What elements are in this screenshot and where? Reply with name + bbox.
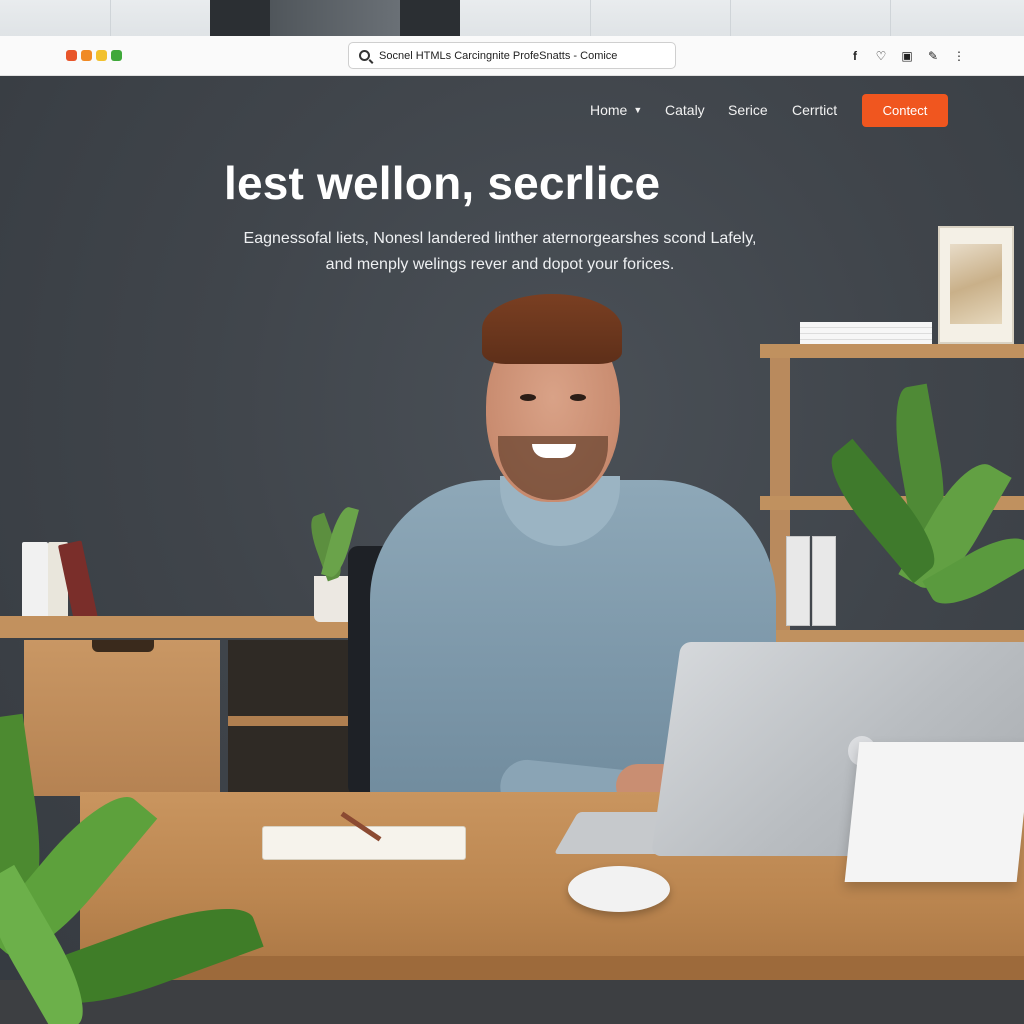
site-nav: Home ▼ Cataly Serice Cerrtict Contect (0, 94, 1024, 128)
address-text[interactable]: Socnel HTMLs Carcingnite ProfeSnatts - C… (379, 50, 617, 62)
ceiling-panel (730, 0, 731, 36)
sideboard-top (0, 616, 350, 638)
window-controls (66, 50, 122, 61)
computer-mouse (568, 866, 670, 912)
browser-actions: f ♡ ▣ ✎ ⋮ (848, 48, 966, 64)
nav-serice[interactable]: Serice (728, 102, 768, 118)
shelf-board (760, 344, 1024, 358)
zoom-window-dot[interactable] (96, 50, 107, 61)
foreground-plant (0, 713, 300, 1024)
person-eye (570, 394, 586, 401)
minimize-window-dot[interactable] (81, 50, 92, 61)
hero-section: Home ▼ Cataly Serice Cerrtict Contect les… (0, 76, 1024, 1024)
paper-stack (800, 322, 932, 344)
binder (812, 536, 836, 626)
sideboard-handle (92, 640, 154, 652)
ceiling-beam (210, 0, 460, 36)
binder (786, 536, 810, 626)
book (22, 542, 48, 622)
person-hair (482, 294, 622, 364)
nav-home[interactable]: Home ▼ (590, 102, 642, 118)
contact-button[interactable]: Contect (862, 94, 948, 127)
close-window-dot[interactable] (66, 50, 77, 61)
ceiling-panel (590, 0, 591, 36)
nav-home-label: Home (590, 102, 628, 118)
person-eye (520, 394, 536, 401)
address-bar[interactable]: Socnel HTMLs Carcingnite ProfeSnatts - C… (348, 42, 676, 69)
hero-subtitle-line: Eagnessofal liets, Nonesl landered linth… (243, 230, 757, 247)
hero-title: lest wellon, secrlice (224, 157, 661, 209)
desk-card (844, 742, 1024, 882)
framed-art (950, 244, 1002, 324)
more-icon[interactable]: ⋮ (952, 48, 966, 64)
pen-icon[interactable]: ✎ (926, 48, 940, 64)
clipboard-icon[interactable]: ▣ (900, 48, 914, 64)
chevron-down-icon: ▼ (633, 105, 643, 115)
nav-cataly[interactable]: Cataly (665, 102, 705, 118)
heart-icon[interactable]: ♡ (874, 48, 888, 64)
hero-subtitle: Eagnessofal liets, Nonesl landered linth… (200, 226, 800, 278)
facebook-icon[interactable]: f (848, 48, 862, 64)
picture-frame (938, 226, 1014, 344)
nav-cerrtict[interactable]: Cerrtict (792, 102, 837, 118)
browser-toolbar: Socnel HTMLs Carcingnite ProfeSnatts - C… (0, 36, 1024, 76)
extra-window-dot[interactable] (111, 50, 122, 61)
hero-subtitle-line: and menply welings rever and dopot your … (325, 256, 675, 273)
ceiling-panel (110, 0, 111, 36)
ceiling-panel (890, 0, 891, 36)
search-icon (359, 50, 370, 61)
ceiling-backdrop (0, 0, 1024, 36)
